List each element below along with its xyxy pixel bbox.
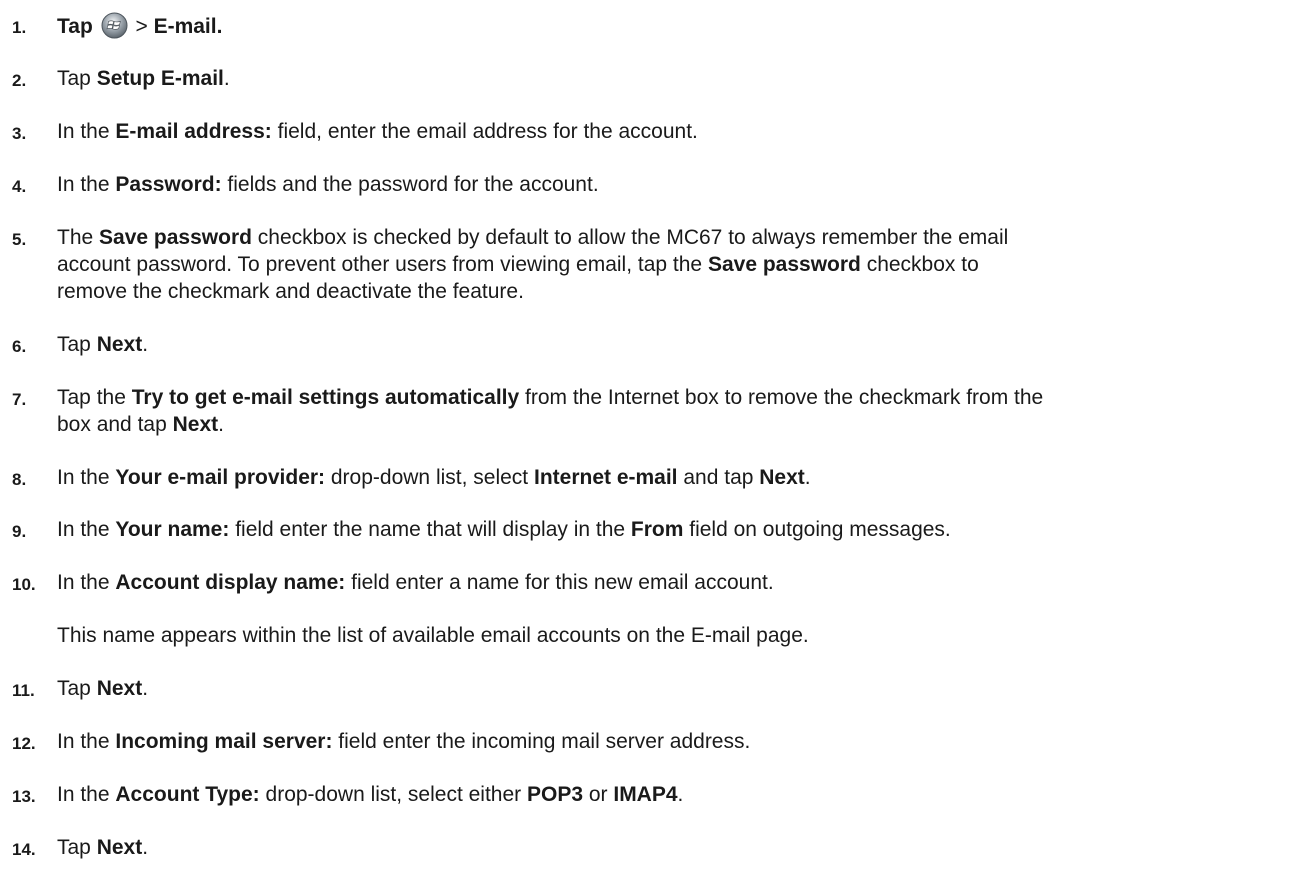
step-text-segment: E-mail.: [153, 15, 223, 38]
step-text-segment: from the Internet box to remove the chec…: [519, 386, 1044, 409]
step-text-segment: Incoming mail server:: [115, 730, 333, 753]
step-text: In the Incoming mail server: field enter…: [57, 728, 1305, 755]
step-text-segment: field, enter the email address for the a…: [271, 120, 698, 143]
step-number: 7.: [12, 390, 27, 409]
step-number: 4.: [12, 177, 27, 196]
step-text-segment: Your name:: [115, 518, 230, 541]
step-number: 1.: [12, 18, 27, 37]
step-text-segment: and tap: [677, 466, 760, 489]
step-text-segment: field on outgoing messages.: [683, 518, 951, 541]
instruction-document: 1. Tap > E-mail. 2. Tap Setup E-mail. 3.…: [0, 0, 1314, 877]
windows-start-icon: [101, 12, 128, 39]
step-text-segment: .: [142, 836, 149, 859]
step-text: In the Password: fields and the password…: [57, 171, 1305, 198]
step-text: The Save password checkbox is checked by…: [57, 224, 1305, 305]
step-text-segment: checkbox is checked by default to allow …: [251, 226, 1009, 249]
step-text-segment: account password. To prevent other users…: [57, 253, 708, 276]
step-text-segment: From: [630, 518, 684, 541]
step-text-segment: Try to get e-mail settings automatically: [131, 386, 520, 409]
step-number: 8.: [12, 470, 27, 489]
step-text-segment: Internet e-mail: [533, 466, 678, 489]
step-text-segment: The: [57, 226, 100, 249]
step-text-segment: Next: [96, 677, 143, 700]
step-text: Tap Next.: [57, 834, 1305, 861]
step-text-line: account password. To prevent other users…: [57, 251, 1305, 278]
step-text-segment: field enter a name for this new email ac…: [345, 571, 774, 594]
step-text: In the Account display name: field enter…: [57, 569, 1305, 596]
step-text-segment: Password:: [115, 173, 222, 196]
step-text-segment: Next: [759, 466, 805, 489]
step-text-segment: In the: [57, 571, 116, 594]
step-number: 2.: [12, 71, 27, 90]
step-text: Tap Setup E-mail.: [57, 65, 1305, 92]
step-text-segment: >: [129, 15, 154, 38]
step-text-segment: .: [804, 466, 811, 489]
step-text-segment: Save password: [707, 253, 861, 276]
step-10-note: This name appears within the list of ava…: [57, 624, 809, 647]
step-text-segment: Tap: [57, 836, 97, 859]
step-text: In the E-mail address: field, enter the …: [57, 118, 1305, 145]
step-text-segment: Account display name:: [115, 571, 346, 594]
step-text: Tap the Try to get e-mail settings autom…: [57, 384, 1305, 438]
step-text-segment: Tap: [57, 333, 97, 356]
step-text-segment: In the: [57, 518, 116, 541]
step-text-segment: box and tap: [57, 413, 173, 436]
step-text-segment: Save password: [99, 226, 252, 249]
step-text-segment: In the: [57, 173, 116, 196]
step-text-segment: POP3: [526, 783, 584, 806]
step-number: 12.: [12, 734, 36, 753]
step-text-segment: Tap the: [57, 386, 132, 409]
step-text-segment: E-mail address:: [115, 120, 272, 143]
step-text-segment: remove the checkmark and deactivate the …: [57, 280, 524, 303]
step-text-segment: or: [583, 783, 614, 806]
step-text-segment: Setup E-mail: [96, 67, 224, 90]
step-text-segment: Next: [172, 413, 219, 436]
step-text-segment: Your e-mail provider:: [115, 466, 326, 489]
step-text-segment: checkbox to: [860, 253, 979, 276]
step-text-segment: .: [218, 413, 224, 436]
step-number: 11.: [12, 681, 35, 700]
step-text-line: The Save password checkbox is checked by…: [57, 224, 1305, 251]
step-text-segment: .: [677, 783, 684, 806]
step-text: Tap Next.: [57, 675, 1305, 702]
step-number: 9.: [12, 522, 27, 541]
step-text: In the Your name: field enter the name t…: [57, 516, 1305, 543]
step-text-segment: Tap: [57, 67, 97, 90]
step-text-segment: In the: [57, 120, 116, 143]
step-text-line: remove the checkmark and deactivate the …: [57, 278, 1305, 305]
step-text: In the Account Type: drop-down list, sel…: [57, 781, 1305, 808]
step-text-segment: fields and the password for the account.: [221, 173, 599, 196]
step-text-segment: field enter the incoming mail server add…: [332, 730, 751, 753]
step-text-segment: .: [142, 333, 149, 356]
step-number: 6.: [12, 337, 27, 356]
step-text-segment: Next: [96, 836, 143, 859]
step-text-segment: In the: [57, 466, 116, 489]
step-text-segment: drop-down list, select either: [259, 783, 527, 806]
step-text-segment: Tap: [57, 677, 97, 700]
step-text: Tap Next.: [57, 331, 1305, 358]
step-text-line: box and tap Next.: [57, 411, 1305, 438]
step-number: 5.: [12, 230, 27, 249]
step-number: 3.: [12, 124, 27, 143]
step-text-line: Tap the Try to get e-mail settings autom…: [57, 384, 1305, 411]
step-text-segment: Account Type:: [115, 783, 260, 806]
step-number: 13.: [12, 787, 36, 806]
step-text-segment: In the: [57, 730, 116, 753]
step-text-segment: field enter the name that will display i…: [229, 518, 631, 541]
step-text-segment: Tap: [57, 15, 99, 38]
step-text-segment: Next: [96, 333, 143, 356]
step-text-segment: .: [142, 677, 149, 700]
step-text: Tap > E-mail.: [57, 12, 1305, 40]
step-number: 14.: [12, 840, 36, 859]
step-text-segment: drop-down list, select: [325, 466, 534, 489]
step-text-segment: In the: [57, 783, 116, 806]
step-number: 10.: [12, 575, 36, 594]
step-text-segment: .: [223, 67, 230, 90]
step-text: In the Your e-mail provider: drop-down l…: [57, 464, 1305, 491]
step-text-segment: IMAP4: [613, 783, 678, 806]
